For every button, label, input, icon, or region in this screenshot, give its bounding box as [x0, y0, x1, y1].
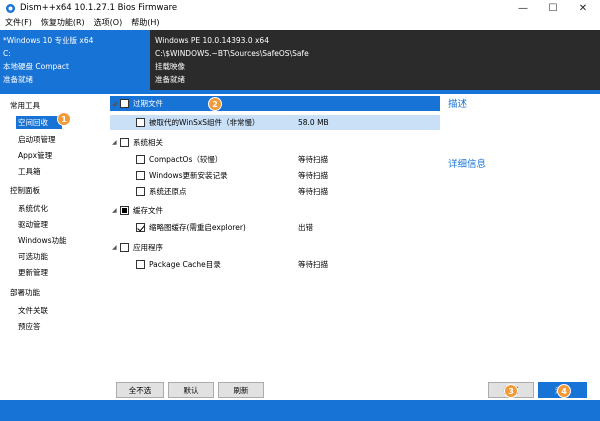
default-button[interactable]: 默认	[168, 382, 214, 398]
sidebar-item-toolbox[interactable]: 工具箱	[16, 165, 108, 178]
description-title: 描述	[448, 99, 468, 110]
checkbox[interactable]	[136, 260, 145, 269]
sidebar-group-common-tools: 常用工具	[10, 101, 40, 110]
tree-item-windows-update-log[interactable]: Windows更新安装记录 等待扫描	[110, 168, 440, 183]
tree-item-restore-points[interactable]: 系统还原点 等待扫描	[110, 184, 440, 199]
tree-item-package-cache[interactable]: Package Cache目录 等待扫描	[110, 257, 440, 272]
tree-status: 出错	[298, 223, 313, 232]
tree-status: 等待扫描	[298, 260, 328, 269]
tree-status: 等待扫描	[298, 155, 328, 164]
refresh-button[interactable]: 刷新	[218, 382, 264, 398]
sidebar-item-optional-features[interactable]: 可选功能	[16, 250, 108, 263]
session-mounted-image[interactable]: Windows PE 10.0.14393.0 x64 C:\$WINDOWS.…	[150, 30, 600, 90]
annotation-marker-3: 3	[504, 384, 518, 398]
session-local-os[interactable]: *Windows 10 专业版 x64 C: 本地硬盘 Compact 准备就绪	[0, 30, 150, 90]
cleanup-tree: ◢ 过期文件 被取代的WinSxS组件（非常慢） 58.0 MB ◢ 系统相关 …	[110, 94, 440, 400]
tree-label: 过期文件	[133, 99, 163, 108]
title-bar: Dism++x64 10.1.27.1 Bios Firmware — ☐ ✕	[0, 0, 600, 17]
checkbox[interactable]	[136, 187, 145, 196]
image-path: C:\$WINDOWS.~BT\Sources\SafeOS\Safe	[155, 49, 309, 58]
image-type: 挂载映像	[155, 62, 185, 71]
tree-category-applications[interactable]: ◢ 应用程序	[110, 240, 440, 255]
sidebar-item-unattend[interactable]: 预应答	[16, 320, 108, 333]
sidebar-item-space-cleanup[interactable]: 空间回收	[16, 116, 62, 129]
tree-label: 系统相关	[133, 138, 163, 147]
sidebar-item-startup-manager[interactable]: 启动项管理	[16, 133, 108, 146]
checkbox[interactable]	[120, 138, 129, 147]
checkbox[interactable]	[120, 99, 129, 108]
minimize-button[interactable]: —	[508, 0, 538, 17]
checkbox[interactable]	[120, 243, 129, 252]
sidebar-group-control-panel: 控制面板	[10, 186, 40, 195]
details-panel: 描述 详细信息	[440, 94, 600, 400]
checkbox[interactable]	[136, 155, 145, 164]
sidebar-item-system-optimize[interactable]: 系统优化	[16, 202, 108, 215]
maximize-button[interactable]: ☐	[538, 0, 568, 17]
action-bar: 全不选 默认 刷新 扫描 清理	[110, 378, 600, 400]
select-none-button[interactable]: 全不选	[116, 382, 164, 398]
expand-caret-icon[interactable]: ◢	[112, 100, 120, 107]
checkbox[interactable]	[120, 206, 129, 215]
tree-label: Package Cache目录	[149, 260, 221, 269]
checkbox[interactable]	[136, 118, 145, 127]
os-drive: C:	[3, 49, 11, 58]
tree-label: 被取代的WinSxS组件（非常慢）	[149, 118, 260, 127]
annotation-marker-2: 2	[208, 97, 222, 111]
tree-label: 应用程序	[133, 243, 163, 252]
tree-status: 58.0 MB	[298, 118, 329, 127]
checkbox[interactable]	[136, 223, 145, 232]
tree-status: 等待扫描	[298, 171, 328, 180]
checkbox[interactable]	[136, 171, 145, 180]
tree-label: 系统还原点	[149, 187, 187, 196]
tree-label: 缓存文件	[133, 206, 163, 215]
close-button[interactable]: ✕	[568, 0, 598, 17]
sidebar-item-update-manager[interactable]: 更新管理	[16, 266, 108, 279]
os-name: *Windows 10 专业版 x64	[3, 36, 94, 45]
window-title: Dism++x64 10.1.27.1 Bios Firmware	[20, 3, 178, 13]
sidebar-group-deployment: 部署功能	[10, 288, 40, 297]
tree-category-outdated-files[interactable]: ◢ 过期文件	[110, 96, 440, 111]
tree-label: CompactOs（较慢）	[149, 155, 223, 164]
tree-item-compactos[interactable]: CompactOs（较慢） 等待扫描	[110, 152, 440, 167]
menu-restore[interactable]: 恢复功能(R)	[37, 17, 89, 30]
dism-app-icon	[6, 4, 15, 13]
tree-category-cache-files[interactable]: ◢ 缓存文件	[110, 203, 440, 218]
tree-item-thumbnail-cache[interactable]: 缩略图缓存(需重启explorer) 出错	[110, 220, 440, 235]
tree-status: 等待扫描	[298, 187, 328, 196]
sidebar-item-file-association[interactable]: 文件关联	[16, 304, 108, 317]
menu-file[interactable]: 文件(F)	[1, 17, 36, 30]
sidebar-item-appx-manager[interactable]: Appx管理	[16, 149, 108, 162]
tree-category-system[interactable]: ◢ 系统相关	[110, 135, 440, 150]
expand-caret-icon[interactable]: ◢	[112, 244, 120, 251]
details-title: 详细信息	[448, 159, 487, 170]
sidebar-item-windows-features[interactable]: Windows功能	[16, 234, 108, 247]
status-bar	[0, 400, 600, 421]
expand-caret-icon[interactable]: ◢	[112, 207, 120, 214]
tree-label: 缩略图缓存(需重启explorer)	[149, 223, 246, 232]
sidebar-item-driver-manager[interactable]: 驱动管理	[16, 218, 108, 231]
annotation-marker-4: 4	[557, 384, 571, 398]
tree-label: Windows更新安装记录	[149, 171, 228, 180]
expand-caret-icon[interactable]: ◢	[112, 139, 120, 146]
image-status: 准备就绪	[155, 75, 185, 84]
menu-help[interactable]: 帮助(H)	[127, 17, 163, 30]
os-disk-type: 本地硬盘 Compact	[3, 62, 69, 71]
os-status: 准备就绪	[3, 75, 33, 84]
menu-bar: 文件(F) 恢复功能(R) 选项(O) 帮助(H)	[0, 17, 600, 30]
tree-item-winsxs[interactable]: 被取代的WinSxS组件（非常慢） 58.0 MB	[110, 115, 440, 130]
image-name: Windows PE 10.0.14393.0 x64	[155, 36, 269, 45]
sidebar: 常用工具 空间回收 启动项管理 Appx管理 工具箱 控制面板 系统优化 驱动管…	[0, 94, 110, 400]
menu-options[interactable]: 选项(O)	[90, 17, 127, 30]
annotation-marker-1: 1	[57, 112, 71, 126]
